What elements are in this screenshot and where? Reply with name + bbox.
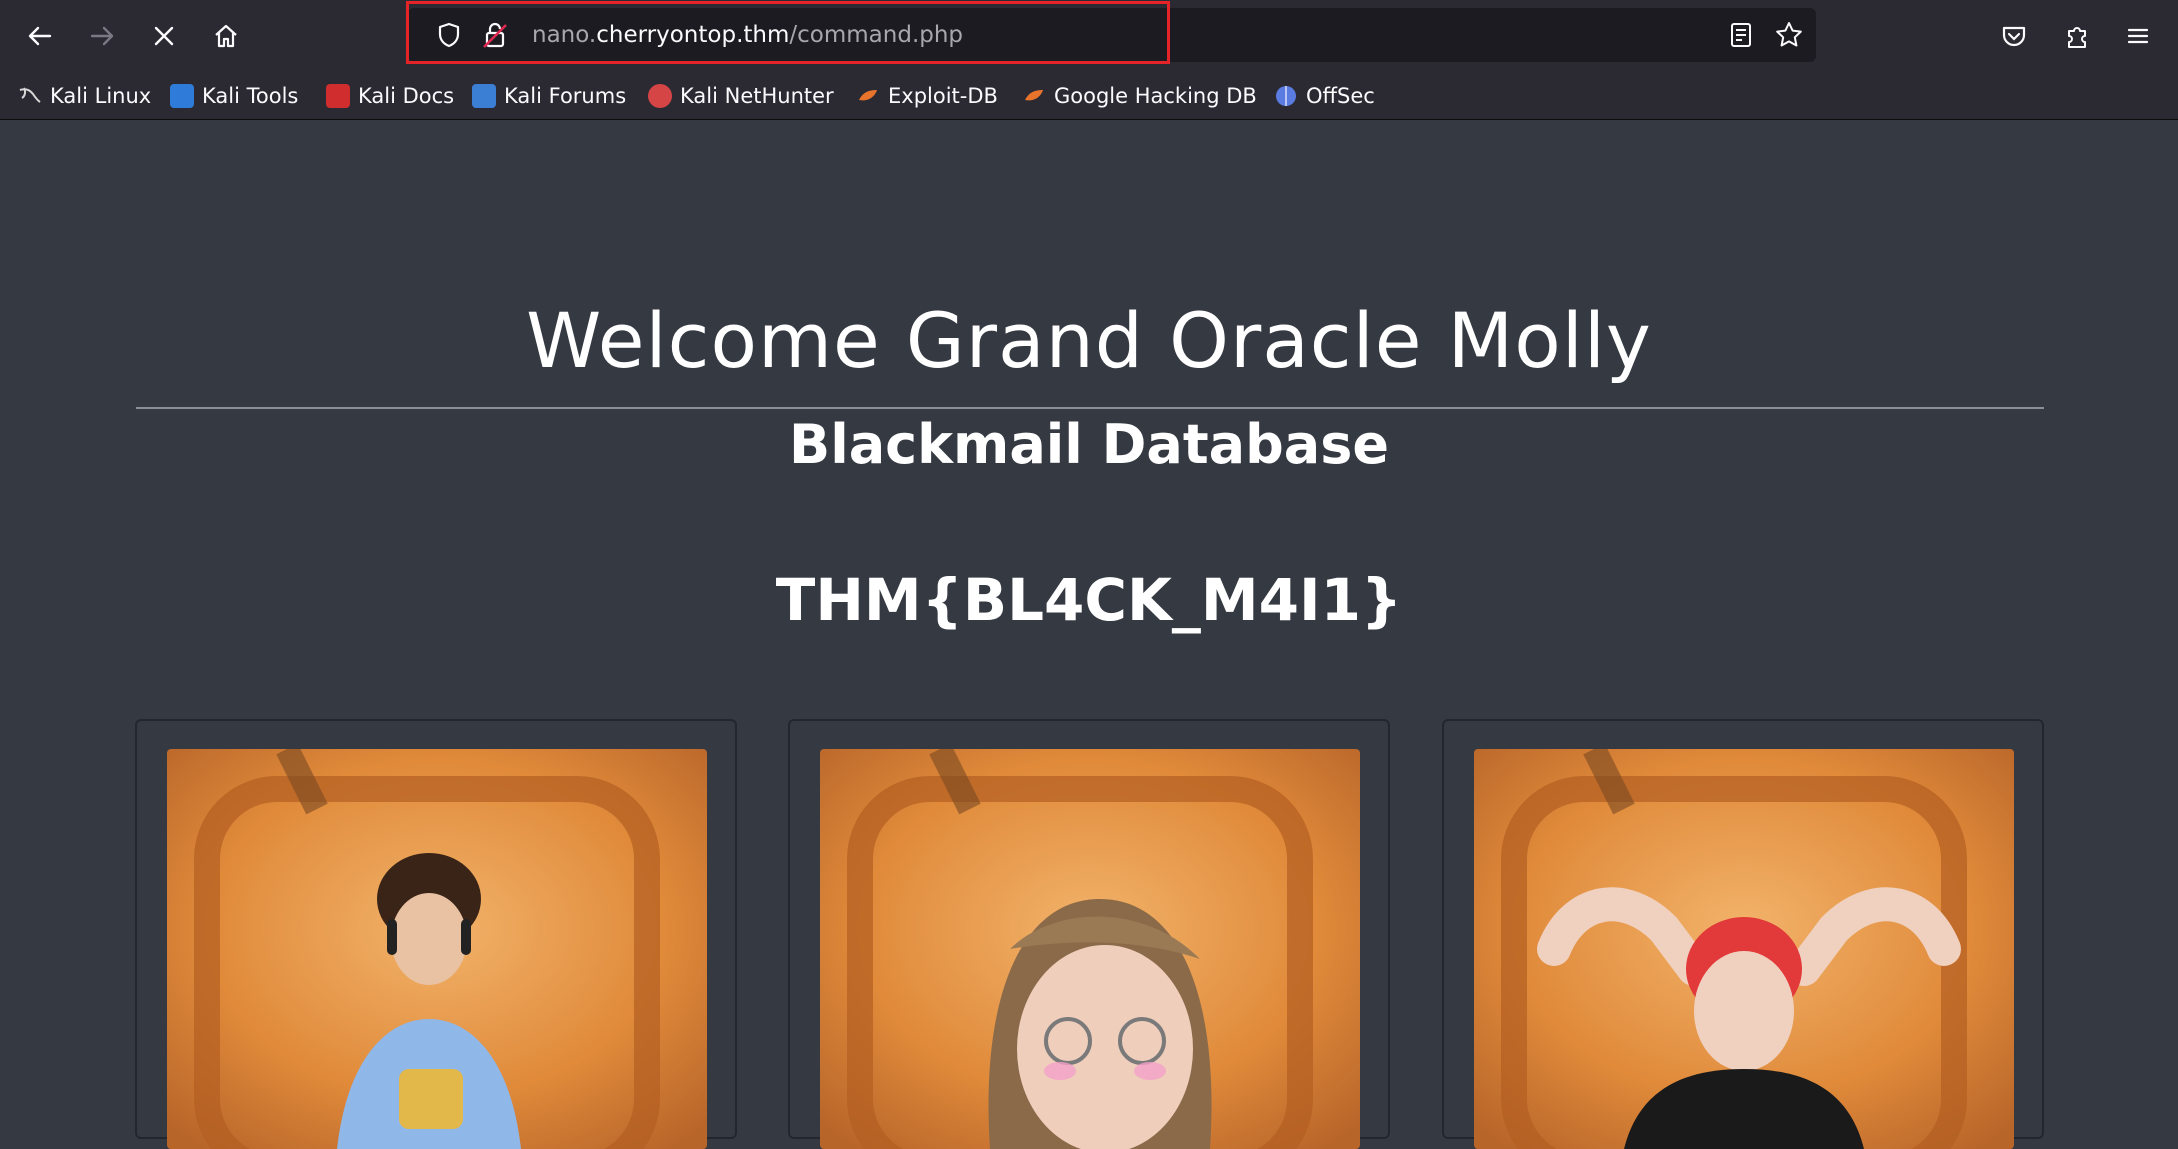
bookmark-label: Kali Docs [358,84,455,108]
kali-docs-icon [326,84,350,108]
bookmark-label: OffSec [1306,84,1375,108]
arrow-left-icon [28,26,52,46]
offsec-icon [1274,84,1298,108]
url-host: cherryontop.thm [596,22,790,48]
bookmark-kali-tools[interactable]: Kali Tools [170,80,298,112]
bookmark-google-hacking-db[interactable]: Google Hacking DB [1022,80,1257,112]
page-content: Welcome Grand Oracle Molly Blackmail Dat… [0,120,2178,1149]
blackmail-photo-2 [820,749,1360,1149]
stop-loading-button[interactable] [140,12,188,60]
bookmark-exploit-db[interactable]: Exploit-DB [856,80,998,112]
home-button[interactable] [202,12,250,60]
bookmark-label: Exploit-DB [888,84,998,108]
kali-forums-icon [472,84,496,108]
bookmark-kali-linux[interactable]: Kali Linux [18,80,151,112]
flag-text: THM{BL4CK_M4I1} [775,566,1403,634]
bookmarks-toolbar: Kali Linux Kali Tools Kali Docs Kali For… [0,72,2178,120]
bookmark-label: Kali Forums [504,84,627,108]
puzzle-icon [2068,27,2086,48]
forward-button[interactable] [78,12,126,60]
url-prefix: nano. [532,22,597,48]
browser-toolbar: nano.cherryontop.thm/command.php [0,0,2178,72]
address-bar[interactable]: nano.cherryontop.thm/command.php [408,8,1816,62]
blackmail-photo-1 [167,749,707,1149]
pocket-button[interactable] [1990,12,2038,60]
bookmark-offsec[interactable]: OffSec [1274,80,1375,112]
blackmail-card-2 [788,719,1390,1149]
bookmark-star-icon[interactable] [1772,18,1806,52]
kali-tools-icon [170,84,194,108]
bookmark-label: Kali Linux [50,84,152,108]
back-button[interactable] [16,12,64,60]
blackmail-card-3 [1442,719,2044,1149]
bookmark-label: Kali Tools [202,84,299,108]
blackmail-card-1 [135,719,737,1149]
menu-button[interactable] [2114,12,2162,60]
arrow-right-icon [90,26,114,46]
blackmail-photo-3 [1474,749,2014,1149]
bookmark-kali-forums[interactable]: Kali Forums [472,80,626,112]
kali-dragon-icon [18,84,42,108]
kali-nethunter-icon [648,84,672,108]
url-path: /command.php [789,22,964,48]
bookmark-kali-docs[interactable]: Kali Docs [326,80,454,112]
reader-view-icon[interactable] [1724,18,1758,52]
bookmark-label: Kali NetHunter [680,84,834,108]
hamburger-menu-icon [2127,28,2149,44]
insecure-lock-icon[interactable] [478,18,512,52]
extensions-button[interactable] [2054,12,2102,60]
page-title: Welcome Grand Oracle Molly [526,296,1652,385]
ghdb-icon [1022,84,1046,108]
bookmark-label: Google Hacking DB [1054,84,1257,108]
close-icon [154,26,174,46]
home-icon [215,24,237,48]
exploit-db-icon [856,84,880,108]
title-divider [136,407,2044,409]
browser-chrome: nano.cherryontop.thm/command.php Kali Li… [0,0,2178,120]
url-text[interactable]: nano.cherryontop.thm/command.php [532,20,963,50]
pocket-icon [2002,26,2026,47]
shield-icon[interactable] [432,18,466,52]
page-subtitle: Blackmail Database [789,413,1389,476]
bookmark-kali-nethunter[interactable]: Kali NetHunter [648,80,834,112]
